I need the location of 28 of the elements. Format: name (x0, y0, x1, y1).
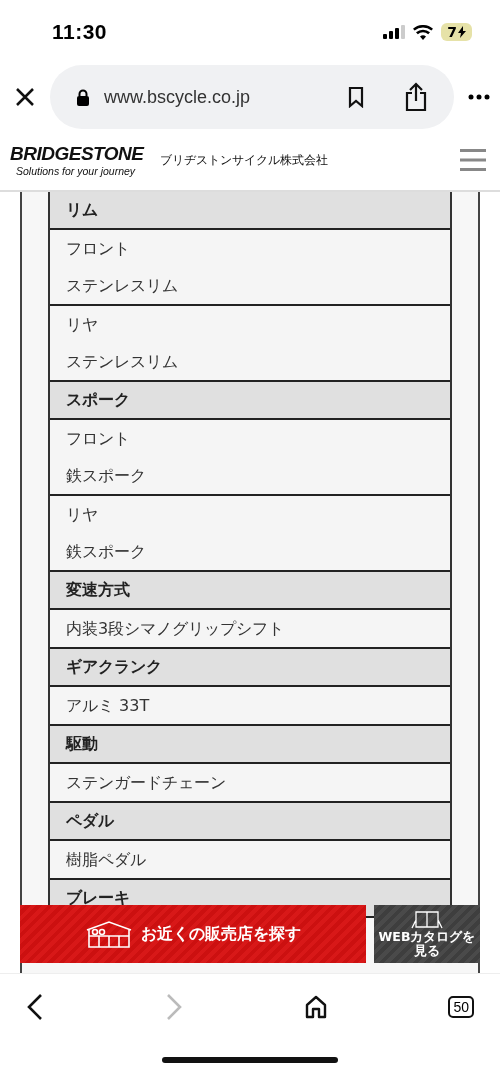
spec-value: ステンレスリム (66, 275, 179, 297)
spec-value: 鉄スポーク (66, 541, 147, 563)
url-text: www.bscycle.co.jp (104, 86, 252, 108)
spec-value: リヤ (66, 314, 99, 336)
spec-value: リヤ (66, 504, 99, 526)
spec-value: フロント (66, 428, 131, 450)
find-dealer-button[interactable]: お近くの販売店を探す (20, 905, 366, 963)
brand-logo[interactable]: BRIDGESTONE (10, 143, 144, 165)
tab-count-button[interactable]: 50 (448, 996, 474, 1018)
section-header: 変速方式 (50, 572, 450, 610)
spec-value: アルミ 33T (66, 695, 151, 717)
battery-indicator: 7 (441, 23, 472, 41)
company-name: ブリヂストンサイクル株式会社 (159, 151, 329, 169)
address-bar[interactable]: www.bscycle.co.jp (50, 65, 454, 129)
web-catalog-button[interactable]: WEBカタログを見る (374, 905, 480, 963)
spec-value: 樹脂ペダル (66, 849, 147, 871)
clock-time: 11:30 (52, 20, 109, 44)
spec-value: ステンガードチェーン (66, 772, 227, 794)
brand-tagline: Solutions for your journey (15, 165, 137, 177)
section-header: ギアクランク (50, 649, 450, 687)
section-header: リム (50, 192, 450, 230)
section-header: 駆動 (50, 726, 450, 764)
spec-value: 鉄スポーク (66, 465, 147, 487)
section-header: スポーク (50, 382, 450, 420)
spec-value: ステンレスリム (66, 351, 179, 373)
spec-value: フロント (66, 238, 131, 260)
section-header: ペダル (50, 803, 450, 841)
spec-value: 内装3段シマノグリップシフト (66, 618, 286, 640)
